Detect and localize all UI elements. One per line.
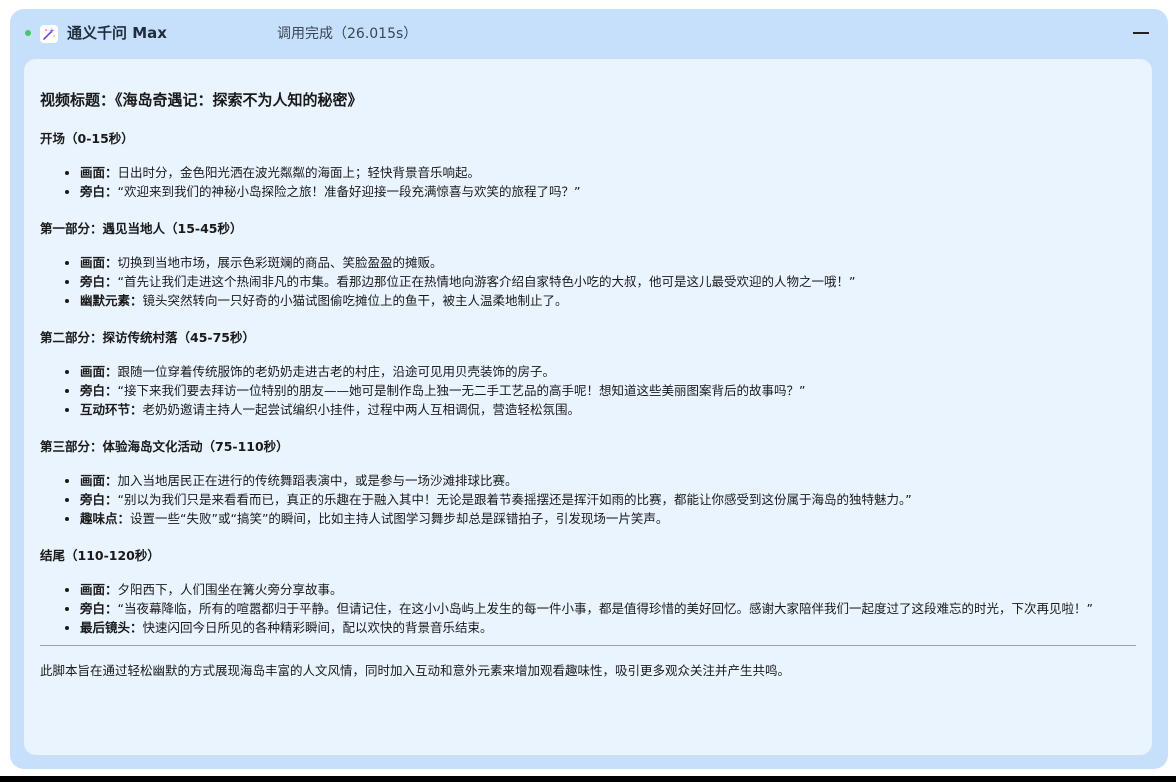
list-item: 旁白：“当夜幕降临，所有的喧嚣都归于平静。但请记住，在这小小岛屿上发生的每一件小…	[80, 599, 1136, 618]
section-heading: 结尾（110-120秒）	[40, 548, 160, 563]
wand-sparkle-icon	[40, 25, 58, 43]
item-label: 画面	[80, 582, 106, 597]
item-text: “当夜幕降临，所有的喧嚣都归于平静。但请记住，在这小小岛屿上发生的每一件小事，都…	[117, 601, 1093, 616]
section-list: 画面：跟随一位穿着传统服饰的老奶奶走进古老的村庄，沿途可见用贝壳装饰的房子。 旁…	[40, 362, 1136, 419]
chat-response-panel: 通义千问 Max 调用完成（26.015s） 视频标题：《海岛奇遇记：探索不为人…	[10, 9, 1168, 769]
section-heading: 开场（0-15秒）	[40, 131, 134, 146]
divider	[40, 645, 1136, 646]
item-text: 日出时分，金色阳光洒在波光粼粼的海面上；轻快背景音乐响起。	[117, 165, 481, 180]
item-label: 旁白	[80, 383, 106, 398]
closing-note: 此脚本旨在通过轻松幽默的方式展现海岛丰富的人文风情，同时加入互动和意外元素来增加…	[40, 663, 791, 678]
item-label: 画面	[80, 255, 106, 270]
list-item: 旁白：“欢迎来到我们的神秘小岛探险之旅！准备好迎接一段充满惊喜与欢笑的旅程了吗？…	[80, 182, 1136, 201]
list-item: 互动环节：老奶奶邀请主持人一起尝试编织小挂件，过程中两人互相调侃，营造轻松氛围。	[80, 400, 1136, 419]
section-heading: 第一部分：遇见当地人（15-45秒）	[40, 221, 243, 236]
section-list: 画面：日出时分，金色阳光洒在波光粼粼的海面上；轻快背景音乐响起。 旁白：“欢迎来…	[40, 163, 1136, 201]
model-name: 通义千问 Max	[67, 24, 167, 42]
collapse-button[interactable]	[1128, 21, 1154, 45]
video-title: 视频标题：《海岛奇遇记：探索不为人知的秘密》	[40, 91, 363, 109]
item-text: “接下来我们要去拜访一位特别的朋友——她可是制作岛上独一无二手工艺品的高手呢！想…	[117, 383, 806, 398]
item-label: 旁白	[80, 184, 106, 199]
list-item: 画面：夕阳西下，人们围坐在篝火旁分享故事。	[80, 580, 1136, 599]
item-label: 旁白	[80, 274, 106, 289]
item-label: 旁白	[80, 492, 106, 507]
response-header: 通义千问 Max 调用完成（26.015s）	[10, 9, 1168, 57]
item-text: 快速闪回今日所见的各种精彩瞬间，配以欢快的背景音乐结束。	[142, 620, 493, 635]
item-text: 跟随一位穿着传统服饰的老奶奶走进古老的村庄，沿途可见用贝壳装饰的房子。	[117, 364, 556, 379]
response-content: 视频标题：《海岛奇遇记：探索不为人知的秘密》 开场（0-15秒） 画面：日出时分…	[24, 59, 1152, 755]
item-label: 画面	[80, 165, 106, 180]
list-item: 趣味点：设置一些“失败”或“搞笑”的瞬间，比如主持人试图学习舞步却总是踩错拍子，…	[80, 509, 1136, 528]
status-dot-icon	[25, 30, 31, 36]
item-label: 画面	[80, 473, 106, 488]
item-label: 最后镜头	[80, 620, 131, 635]
item-label: 趣味点	[80, 511, 118, 526]
item-text: 设置一些“失败”或“搞笑”的瞬间，比如主持人试图学习舞步却总是踩错拍子，引发现场…	[130, 511, 669, 526]
section-list: 画面：加入当地居民正在进行的传统舞蹈表演中，或是参与一场沙滩排球比赛。 旁白：“…	[40, 471, 1136, 528]
list-item: 旁白：“别以为我们只是来看看而已，真正的乐趣在于融入其中！无论是跟着节奏摇摆还是…	[80, 490, 1136, 509]
call-status-text: 调用完成（26.015s）	[277, 26, 418, 42]
item-text: 镜头突然转向一只好奇的小猫试图偷吃摊位上的鱼干，被主人温柔地制止了。	[142, 293, 568, 308]
section-heading: 第三部分：体验海岛文化活动（75-110秒）	[40, 439, 289, 454]
item-label: 幽默元素	[80, 293, 131, 308]
list-item: 旁白：“接下来我们要去拜访一位特别的朋友——她可是制作岛上独一无二手工艺品的高手…	[80, 381, 1136, 400]
list-item: 画面：切换到当地市场，展示色彩斑斓的商品、笑脸盈盈的摊贩。	[80, 253, 1136, 272]
list-item: 最后镜头：快速闪回今日所见的各种精彩瞬间，配以欢快的背景音乐结束。	[80, 618, 1136, 637]
list-item: 画面：加入当地居民正在进行的传统舞蹈表演中，或是参与一场沙滩排球比赛。	[80, 471, 1136, 490]
item-label: 互动环节	[80, 402, 131, 417]
item-text: 切换到当地市场，展示色彩斑斓的商品、笑脸盈盈的摊贩。	[117, 255, 443, 270]
item-text: 夕阳西下，人们围坐在篝火旁分享故事。	[117, 582, 343, 597]
item-text: “欢迎来到我们的神秘小岛探险之旅！准备好迎接一段充满惊喜与欢笑的旅程了吗？”	[117, 184, 581, 199]
item-text: 加入当地居民正在进行的传统舞蹈表演中，或是参与一场沙滩排球比赛。	[117, 473, 518, 488]
list-item: 旁白：“首先让我们走进这个热闹非凡的市集。看那边那位正在热情地向游客介绍自家特色…	[80, 272, 1136, 291]
list-item: 画面：跟随一位穿着传统服饰的老奶奶走进古老的村庄，沿途可见用贝壳装饰的房子。	[80, 362, 1136, 381]
list-item: 幽默元素：镜头突然转向一只好奇的小猫试图偷吃摊位上的鱼干，被主人温柔地制止了。	[80, 291, 1136, 310]
item-text: 老奶奶邀请主持人一起尝试编织小挂件，过程中两人互相调侃，营造轻松氛围。	[142, 402, 581, 417]
item-text: “别以为我们只是来看看而已，真正的乐趣在于融入其中！无论是跟着节奏摇摆还是挥汗如…	[117, 492, 912, 507]
section-list: 画面：夕阳西下，人们围坐在篝火旁分享故事。 旁白：“当夜幕降临，所有的喧嚣都归于…	[40, 580, 1136, 637]
item-label: 旁白	[80, 601, 106, 616]
section-list: 画面：切换到当地市场，展示色彩斑斓的商品、笑脸盈盈的摊贩。 旁白：“首先让我们走…	[40, 253, 1136, 310]
bottom-edge	[0, 776, 1176, 782]
item-label: 画面	[80, 364, 106, 379]
section-heading: 第二部分：探访传统村落（45-75秒）	[40, 330, 255, 345]
list-item: 画面：日出时分，金色阳光洒在波光粼粼的海面上；轻快背景音乐响起。	[80, 163, 1136, 182]
item-text: “首先让我们走进这个热闹非凡的市集。看那边那位正在热情地向游客介绍自家特色小吃的…	[117, 274, 856, 289]
